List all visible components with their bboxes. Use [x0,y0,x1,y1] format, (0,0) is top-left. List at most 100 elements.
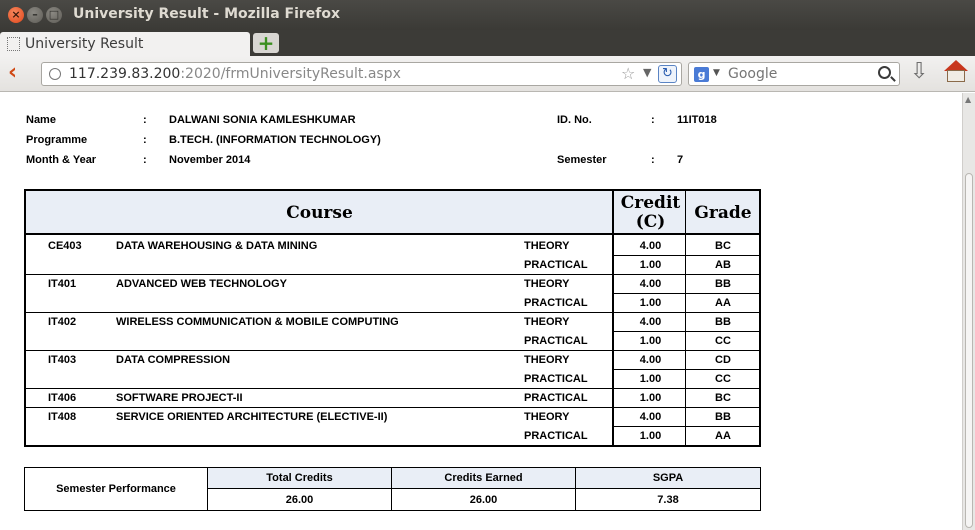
credit-value: 1.00 [639,335,662,347]
credit-value: 4.00 [639,411,662,423]
grade-value: BB [715,316,731,328]
grade-header: Grade [694,202,752,223]
row-divider [613,426,759,427]
navigation-toolbar: ‹ 117.239.83.200:2020/frmUniversityResul… [0,56,975,92]
url-text[interactable]: 117.239.83.200:2020/frmUniversityResult.… [69,66,401,82]
scrollbar-thumb[interactable] [965,173,973,528]
course-code: CE403 [48,240,82,252]
window-maximize-button[interactable]: □ [46,7,62,23]
sgpa-label: SGPA [652,472,684,484]
semester-performance-table: Semester Performance Total Credits Credi… [24,467,761,511]
grade-value: BC [715,392,731,404]
grade-value: CC [715,335,731,347]
credit-header-line1: Credit [620,193,681,213]
name-value: DALWANI SONIA KAMLESHKUMAR [169,114,356,126]
window-close-button[interactable]: × [8,7,24,23]
tab-label: University Result [25,36,144,52]
course-type: PRACTICAL [524,259,588,271]
course-name: SOFTWARE PROJECT-II [116,392,243,404]
credit-value: 4.00 [639,240,662,252]
bookmark-star-icon[interactable]: ☆ [621,64,635,83]
history-dropdown-icon[interactable]: ▼ [643,66,651,79]
search-engine-dropdown-icon[interactable]: ▼ [713,68,720,78]
id-label: ID. No. [557,114,592,126]
semester-performance-label: Semester Performance [56,483,176,495]
window-minimize-button[interactable]: – [27,7,43,23]
course-code: IT401 [48,278,77,290]
result-table: Course Credit (C) Grade CE403 DATA WAREHO… [24,189,761,447]
new-tab-button[interactable]: + [253,33,279,53]
course-code: IT403 [48,354,77,366]
credit-value: 1.00 [639,392,662,404]
url-bar[interactable]: 117.239.83.200:2020/frmUniversityResult.… [41,62,682,86]
search-icon[interactable] [878,66,891,79]
row-divider [26,312,759,313]
course-name: WIRELESS COMMUNICATION & MOBILE COMPUTIN… [116,316,399,328]
course-header: Course [286,202,353,223]
url-path: :2020/frmUniversityResult.aspx [180,66,401,82]
grade-value: AA [715,430,731,442]
row-divider [613,369,759,370]
google-icon[interactable]: g [694,67,709,82]
month-year-label: Month & Year [26,154,97,166]
credit-header: Credit (C) [615,191,686,235]
credit-value: 4.00 [639,316,662,328]
window-title: University Result - Mozilla Firefox [73,6,341,22]
name-label: Name [26,114,56,126]
course-type: PRACTICAL [524,430,588,442]
semester-value: 7 [677,154,684,166]
course-name: DATA COMPRESSION [116,354,231,366]
credits-earned-label: Credits Earned [444,472,523,484]
back-button[interactable]: ‹ [8,62,17,84]
total-credits-value: 26.00 [285,494,314,506]
credit-value: 1.00 [639,373,662,385]
separator: : [651,154,655,166]
credit-value: 1.00 [639,297,662,309]
home-icon[interactable] [943,60,969,84]
course-type: THEORY [524,411,570,423]
vertical-scrollbar[interactable]: ▲ [962,93,975,530]
search-bar[interactable]: g ▼ [688,62,900,86]
download-icon[interactable]: ⇩ [910,61,928,83]
course-name: ADVANCED WEB TECHNOLOGY [116,278,287,290]
separator: : [143,134,147,146]
url-host: 117.239.83.200 [69,66,181,82]
tab-university-result[interactable]: University Result [0,32,250,56]
row-divider [26,350,759,351]
credit-value: 4.00 [639,278,662,290]
page-content: Name : DALWANI SONIA KAMLESHKUMAR ID. No… [0,93,962,530]
course-type: THEORY [524,240,570,252]
credit-header-line2: (C) [635,212,666,232]
course-code: IT406 [48,392,77,404]
result-table-header: Course Credit (C) Grade [26,191,759,235]
course-code: IT402 [48,316,77,328]
course-type: THEORY [524,354,570,366]
reload-button[interactable]: ↻ [658,65,677,83]
course-type: THEORY [524,278,570,290]
separator: : [143,114,147,126]
course-type: PRACTICAL [524,392,588,404]
grade-value: AB [715,259,731,271]
credit-value: 4.00 [639,354,662,366]
grade-value: BB [715,278,731,290]
scroll-up-icon[interactable]: ▲ [965,95,971,104]
grade-value: AA [715,297,731,309]
row-divider [26,388,759,389]
course-name: SERVICE ORIENTED ARCHITECTURE (ELECTIVE-… [116,411,388,423]
separator: : [651,114,655,126]
course-name: DATA WAREHOUSING & DATA MINING [116,240,318,252]
programme-label: Programme [26,134,88,146]
course-type: PRACTICAL [524,297,588,309]
search-input[interactable] [728,66,873,82]
row-divider [26,274,759,275]
credit-value: 1.00 [639,259,662,271]
separator: : [143,154,147,166]
total-credits-label: Total Credits [266,472,333,484]
course-type: THEORY [524,316,570,328]
sgpa-value: 7.38 [657,494,679,506]
course-code: IT408 [48,411,77,423]
grade-value: BC [715,240,731,252]
window-titlebar: × – □ University Result - Mozilla Firefo… [0,0,975,30]
grade-value: CD [715,354,731,366]
tab-strip: University Result + [0,30,975,56]
